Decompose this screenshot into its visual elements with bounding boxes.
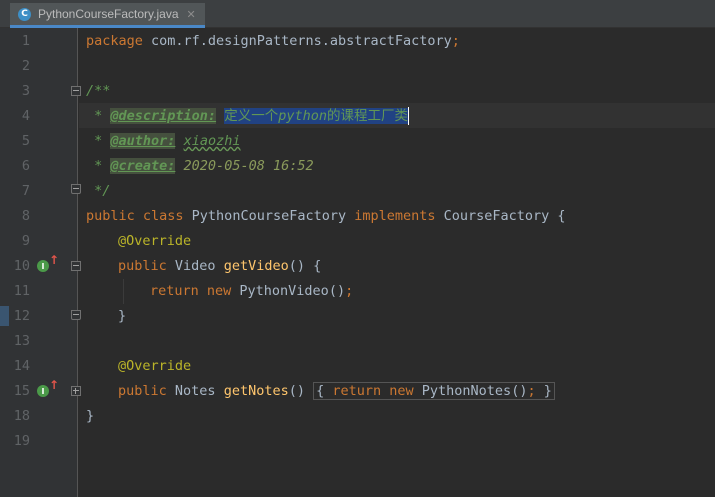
close-brace: } xyxy=(535,383,552,399)
expand-fold-icon[interactable] xyxy=(71,386,81,396)
method-name: getNotes xyxy=(223,383,289,399)
code-line-10[interactable]: public Video getVideo() { xyxy=(118,254,321,279)
doc-space xyxy=(216,108,224,124)
method-signature: () { xyxy=(288,258,322,274)
keyword: implements xyxy=(354,208,436,224)
semicolon: ; xyxy=(451,33,460,49)
keyword: return new xyxy=(324,383,414,399)
line-number[interactable]: 7 xyxy=(0,179,30,204)
line-number[interactable]: 8 xyxy=(0,204,30,229)
doc-tag-author: @author: xyxy=(110,133,176,149)
code-line-7[interactable]: */ xyxy=(86,179,110,204)
constructor-call: PythonNotes() xyxy=(413,383,528,399)
code-line-18[interactable]: } xyxy=(86,404,94,429)
code-line-12[interactable]: } xyxy=(118,304,126,329)
implements-method-icon[interactable]: I xyxy=(37,260,49,272)
return-type: Notes xyxy=(166,383,224,399)
doc-create-value: 2020-05-08 16:52 xyxy=(175,158,314,174)
annotation: @Override xyxy=(118,233,192,249)
tab-title: PythonCourseFactory.java xyxy=(38,7,179,21)
code-line-5[interactable]: * @author: xiaozhi xyxy=(86,129,240,154)
keyword: public xyxy=(118,383,167,399)
code-line-6[interactable]: * @create: 2020-05-08 16:52 xyxy=(86,154,314,179)
line-number[interactable]: 12 xyxy=(0,304,30,329)
fold-toggle-icon[interactable] xyxy=(71,261,81,271)
line-number[interactable]: 18 xyxy=(0,404,30,429)
semicolon: ; xyxy=(527,383,536,399)
text-caret xyxy=(407,107,409,125)
doc-comment-end: */ xyxy=(86,183,111,199)
code-line-3[interactable]: /** xyxy=(86,79,110,104)
keyword: package xyxy=(86,33,143,49)
line-number[interactable]: 6 xyxy=(0,154,30,179)
fold-toggle-icon[interactable] xyxy=(71,86,81,96)
line-number[interactable]: 10 xyxy=(0,254,30,279)
code-line-1[interactable]: package com.rf.designPatterns.abstractFa… xyxy=(86,29,460,54)
selected-text: 定义一个 xyxy=(224,108,279,124)
indent-guide xyxy=(123,279,124,304)
doc-tag-description: @description: xyxy=(110,108,217,124)
code-line-14[interactable]: @Override xyxy=(118,354,191,379)
doc-star: * xyxy=(86,108,111,124)
line-number[interactable]: 2 xyxy=(0,54,30,79)
line-number[interactable]: 1 xyxy=(0,29,30,54)
keyword: public class xyxy=(86,208,184,224)
interface-name: CourseFactory { xyxy=(435,208,566,224)
line-number[interactable]: 3 xyxy=(0,79,30,104)
editor-tab-bar: C PythonCourseFactory.java ✕ xyxy=(0,0,715,28)
code-line-8[interactable]: public class PythonCourseFactory impleme… xyxy=(86,204,566,229)
semicolon: ; xyxy=(345,283,354,299)
package-name: com.rf.designPatterns.abstractFactory xyxy=(142,33,452,49)
keyword: public xyxy=(118,258,167,274)
selected-text: python xyxy=(278,108,327,124)
arrow-up-icon[interactable]: ↑ xyxy=(49,378,59,392)
class-name: PythonCourseFactory xyxy=(183,208,355,224)
implements-method-icon[interactable]: I xyxy=(37,385,49,397)
annotation: @Override xyxy=(118,358,192,374)
doc-star: * xyxy=(86,133,111,149)
folded-region[interactable]: { return new PythonNotes(); } xyxy=(313,382,555,400)
line-number[interactable]: 5 xyxy=(0,129,30,154)
doc-space xyxy=(175,133,183,149)
doc-comment-start: /** xyxy=(86,83,111,99)
selected-text: 的课程工厂类 xyxy=(326,108,408,124)
line-number[interactable]: 9 xyxy=(0,229,30,254)
fold-end-icon[interactable] xyxy=(71,184,81,194)
code-line-11[interactable]: return new PythonVideo(); xyxy=(150,279,353,304)
close-icon[interactable]: ✕ xyxy=(187,8,196,21)
keyword: return new xyxy=(150,283,232,299)
arrow-up-icon[interactable]: ↑ xyxy=(49,253,59,267)
line-number[interactable]: 11 xyxy=(0,279,30,304)
closing-brace: } xyxy=(118,308,127,324)
fold-end-icon[interactable] xyxy=(71,310,81,320)
method-params: () xyxy=(288,383,314,399)
method-name: getVideo xyxy=(223,258,289,274)
code-line-9[interactable]: @Override xyxy=(118,229,191,254)
closing-brace: } xyxy=(86,408,95,424)
return-type: Video xyxy=(166,258,224,274)
line-number[interactable]: 13 xyxy=(0,329,30,354)
doc-star: * xyxy=(86,158,111,174)
code-line-4[interactable]: * @description: 定义一个python的课程工厂类 xyxy=(86,104,409,129)
java-class-icon: C xyxy=(18,7,31,21)
line-number[interactable]: 4 xyxy=(0,104,30,129)
doc-tag-create: @create: xyxy=(110,158,176,174)
line-number[interactable]: 14 xyxy=(0,354,30,379)
code-line-15[interactable]: public Notes getNotes() { return new Pyt… xyxy=(118,379,555,404)
line-number[interactable]: 15 xyxy=(0,379,30,404)
tab-python-course-factory[interactable]: C PythonCourseFactory.java ✕ xyxy=(10,3,205,28)
line-number[interactable]: 19 xyxy=(0,429,30,454)
constructor-call: PythonVideo() xyxy=(231,283,346,299)
doc-author-value: xiaozhi xyxy=(183,133,241,149)
